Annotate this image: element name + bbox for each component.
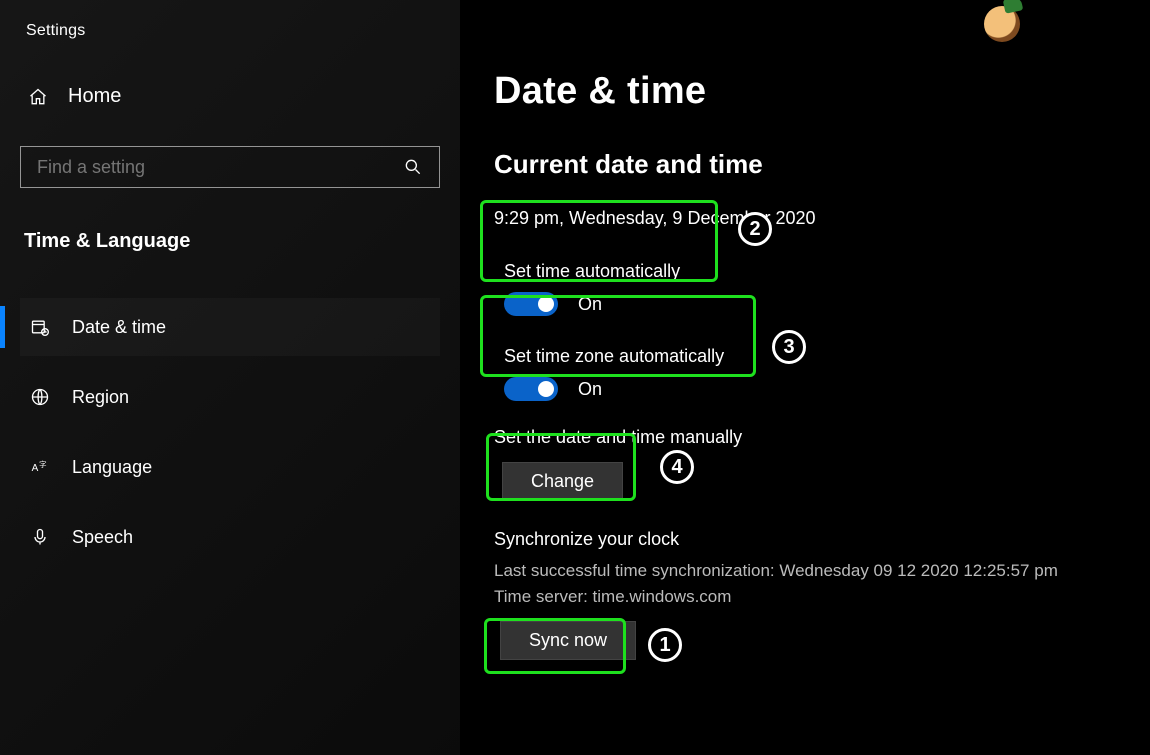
annotation-num-4: 4	[660, 450, 694, 484]
sidebar: Settings Home Time & Language Date & tim…	[0, 0, 460, 755]
search-box[interactable]	[20, 146, 440, 188]
change-button-wrap: Change	[494, 456, 631, 507]
globe-icon	[30, 387, 50, 407]
language-icon: A字	[30, 457, 50, 477]
calendar-clock-icon	[30, 317, 50, 337]
sync-button-wrap: Sync now	[494, 615, 642, 666]
nav-item-label: Region	[72, 387, 129, 408]
toggle-set-tz-auto[interactable]	[504, 377, 558, 401]
svg-text:字: 字	[39, 459, 46, 469]
home-icon	[28, 87, 48, 107]
sync-now-button[interactable]: Sync now	[500, 621, 636, 660]
toggle-set-time-auto[interactable]	[504, 292, 558, 316]
page-heading: Date & time	[494, 70, 1150, 113]
nav-home-label: Home	[68, 85, 121, 108]
toggle-state-label: On	[578, 294, 602, 315]
setting-label: Set time zone automatically	[504, 346, 724, 367]
sync-label: Synchronize your clock	[494, 529, 1150, 550]
setting-set-tz-auto: Set time zone automatically On	[494, 338, 736, 411]
nav-item-label: Language	[72, 457, 152, 478]
nav-item-date-time[interactable]: Date & time	[20, 298, 440, 356]
toggle-state-label: On	[578, 379, 602, 400]
annotation-num-3: 3	[772, 330, 806, 364]
setting-set-time-auto: Set time automatically On	[494, 253, 692, 326]
nav-item-label: Speech	[72, 527, 133, 548]
nav-item-label: Date & time	[72, 317, 166, 338]
section-current-datetime: Current date and time	[494, 149, 1150, 180]
nav-home[interactable]: Home	[28, 85, 440, 108]
change-button[interactable]: Change	[502, 462, 623, 501]
search-input[interactable]	[37, 157, 403, 178]
nav-item-region[interactable]: Region	[20, 368, 440, 426]
mic-icon	[30, 527, 50, 547]
current-datetime-value: 9:29 pm, Wednesday, 9 December 2020	[494, 208, 1150, 229]
sync-last: Last successful time synchronization: We…	[494, 558, 1150, 584]
manual-set-label: Set the date and time manually	[494, 427, 1150, 448]
sync-section: Synchronize your clock Last successful t…	[494, 529, 1150, 666]
setting-label: Set time automatically	[504, 261, 680, 282]
search-icon	[403, 157, 423, 177]
category-label: Time & Language	[24, 230, 440, 253]
sync-server: Time server: time.windows.com	[494, 584, 1150, 610]
content-pane: Date & time Current date and time 9:29 p…	[460, 0, 1150, 755]
nav-list: Date & time Region A字 Language Speech	[20, 298, 440, 566]
app-title: Settings	[26, 22, 440, 40]
mascot-avatar	[984, 6, 1020, 42]
nav-item-language[interactable]: A字 Language	[20, 438, 440, 496]
svg-text:A: A	[32, 463, 39, 474]
nav-item-speech[interactable]: Speech	[20, 508, 440, 566]
